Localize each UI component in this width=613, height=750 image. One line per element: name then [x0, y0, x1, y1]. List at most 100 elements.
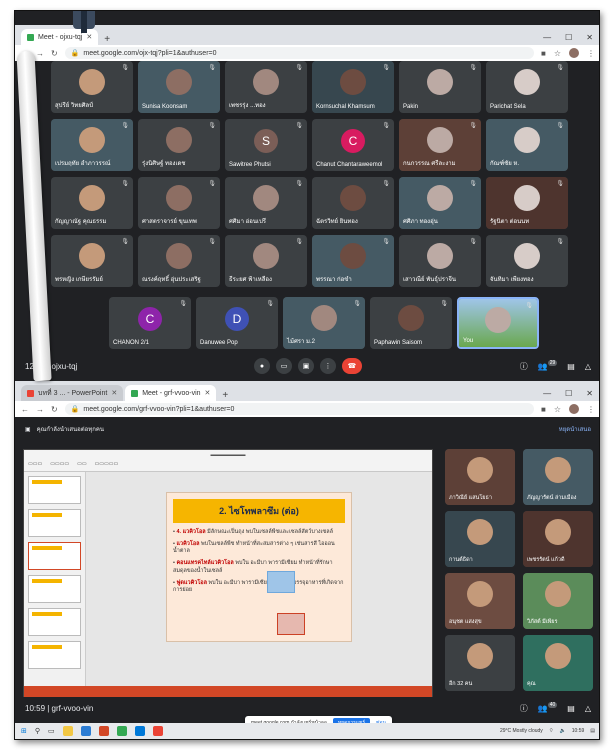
- camera-icon[interactable]: ■: [541, 405, 546, 414]
- info-icon[interactable]: ⓘ: [520, 703, 528, 714]
- profile-avatar[interactable]: [569, 404, 579, 414]
- participant-tile[interactable]: กานต์ธิดา: [445, 511, 515, 567]
- present-icon[interactable]: ▣: [298, 358, 314, 374]
- menu-icon[interactable]: ⋮: [587, 49, 595, 58]
- reload-icon[interactable]: ↻: [51, 405, 58, 414]
- edge-icon[interactable]: [134, 726, 145, 736]
- ribbon-block[interactable]: ▭▭▭: [28, 461, 42, 467]
- participant-tile[interactable]: 🎙 Kornsuchal Khamsum: [312, 61, 394, 113]
- participant-tile[interactable]: 🎙 รัฐนิตา ต่อนนท: [486, 177, 568, 229]
- info-icon[interactable]: ⓘ: [520, 361, 528, 372]
- slide-thumbnail[interactable]: [28, 476, 81, 504]
- participant-tile[interactable]: 🎙 กัญญาณัฐ คุณธรรม: [51, 177, 133, 229]
- mic-icon[interactable]: ●: [254, 358, 270, 374]
- participant-tile[interactable]: 🎙 You: [457, 297, 539, 349]
- forward-icon[interactable]: →: [36, 49, 44, 58]
- forward-icon[interactable]: →: [36, 405, 44, 414]
- participant-tile[interactable]: S 🎙 Sawitree Phutsi: [225, 119, 307, 171]
- tab-powerpoint[interactable]: บทที่ 3 ... - PowerPoint ✕: [21, 385, 124, 401]
- powerpoint-icon[interactable]: [98, 726, 109, 736]
- participant-tile[interactable]: D 🎙 Danuwee Pop: [196, 297, 278, 349]
- people-icon[interactable]: 👥 29: [538, 359, 558, 371]
- end-call-button[interactable]: ☎: [342, 358, 362, 374]
- participant-tile[interactable]: 🎙 Pakin: [399, 61, 481, 113]
- slide-thumbnail-selected[interactable]: [28, 542, 81, 570]
- participant-tile[interactable]: 🎙 สุปรีย์ วิทยศิลป์: [51, 61, 133, 113]
- tab-meet-bottom[interactable]: Meet - grf-vvoo-vin ✕: [125, 385, 217, 401]
- participant-tile[interactable]: 🎙 รุ่งนิศิษฐ์ ทองเดช: [138, 119, 220, 171]
- volume-icon[interactable]: 🔈: [560, 728, 566, 734]
- participant-tile[interactable]: C 🎙 CHANON 2/1: [109, 297, 191, 349]
- participant-tile[interactable]: วิภัสต์ มีเพียร: [523, 573, 593, 629]
- participant-tile[interactable]: 🎙 ฉัตรวิทย์ ยินทอง: [312, 177, 394, 229]
- slide-thumbnail[interactable]: [28, 509, 81, 537]
- close-window-icon[interactable]: ✕: [586, 389, 593, 398]
- participant-tile[interactable]: 🎙 Sunisa Koonsam: [138, 61, 220, 113]
- new-tab-button[interactable]: +: [218, 390, 232, 401]
- participant-tile[interactable]: 🎙 จันทิมา เพียงทอง: [486, 235, 568, 287]
- participant-tile[interactable]: 🎙 ศศิภา ทองอุ่น: [399, 177, 481, 229]
- back-icon[interactable]: ←: [21, 405, 29, 414]
- chat-icon[interactable]: ▤: [567, 362, 575, 371]
- camera-toggle-icon[interactable]: ▭: [276, 358, 292, 374]
- participant-tile[interactable]: อนุชต แสงสุข: [445, 573, 515, 629]
- slide-thumbnail[interactable]: [28, 608, 81, 636]
- reload-icon[interactable]: ↻: [51, 49, 58, 58]
- participant-tile[interactable]: 🎙 เสาวณีย์ พันธุ์ปราจีน: [399, 235, 481, 287]
- maximize-icon[interactable]: ☐: [565, 389, 572, 398]
- chat-icon[interactable]: ▤: [567, 704, 575, 713]
- participant-tile[interactable]: ภัญญารัตน์ ล่ามเมือง: [523, 449, 593, 505]
- slide-thumbnail[interactable]: [28, 641, 81, 669]
- star-icon[interactable]: ☆: [554, 49, 561, 58]
- participant-tile[interactable]: คุณ: [523, 635, 593, 691]
- participant-tile[interactable]: 🎙 ศาสตราจารย์ ขุนเทพ: [138, 177, 220, 229]
- menu-icon[interactable]: ⋮: [587, 405, 595, 414]
- minimize-icon[interactable]: —: [543, 33, 551, 42]
- minimize-icon[interactable]: —: [543, 389, 551, 398]
- star-icon[interactable]: ☆: [554, 405, 561, 414]
- people-icon[interactable]: 👥 40: [538, 701, 558, 713]
- participant-tile[interactable]: อีก 32 คน: [445, 635, 515, 691]
- participant-tile[interactable]: ภาวิณีย์ แสนโยธา: [445, 449, 515, 505]
- search-icon[interactable]: ⚲: [35, 727, 40, 735]
- file-explorer-icon[interactable]: [62, 726, 73, 736]
- participant-tile[interactable]: เพชรรัตน์ แก้วดี: [523, 511, 593, 567]
- app-icon[interactable]: [152, 726, 163, 736]
- participant-tile[interactable]: 🎙 พรรณา ก่อขำ: [312, 235, 394, 287]
- ribbon-block[interactable]: ▭▭▭▭: [50, 461, 69, 467]
- close-tab-icon[interactable]: ✕: [205, 389, 211, 397]
- participant-tile[interactable]: 🎙 เพชรรุ่ง ...ทอง: [225, 61, 307, 113]
- new-tab-button[interactable]: +: [100, 34, 114, 45]
- maximize-icon[interactable]: ☐: [565, 33, 572, 42]
- participant-tile[interactable]: 🎙 Parichat Sela: [486, 61, 568, 113]
- slide-thumbnail[interactable]: [28, 575, 81, 603]
- participant-tile[interactable]: C 🎙 Chanut Chantaraweemol: [312, 119, 394, 171]
- ribbon-block[interactable]: ▭▭▭▭▭: [95, 461, 119, 467]
- camera-icon[interactable]: ■: [541, 49, 546, 58]
- participant-tile[interactable]: 🎙 ศศิมา อ่อนเปรี: [225, 177, 307, 229]
- task-view-icon[interactable]: ▭: [48, 727, 55, 735]
- network-icon[interactable]: ⌔: [549, 728, 554, 734]
- activities-icon[interactable]: △: [585, 704, 591, 713]
- stop-presenting-button[interactable]: หยุดนำเสนอ: [559, 424, 591, 434]
- ribbon-block[interactable]: ▭▭: [77, 461, 86, 467]
- participant-tile[interactable]: 🎙 กนกวรรณ ศรีละงาม: [399, 119, 481, 171]
- close-window-icon[interactable]: ✕: [586, 33, 593, 42]
- activities-icon[interactable]: △: [585, 362, 591, 371]
- profile-avatar[interactable]: [569, 48, 579, 58]
- participant-tile[interactable]: 🎙 เปรมฤทัย อำภาวรรณ์: [51, 119, 133, 171]
- close-tab-icon[interactable]: ✕: [111, 389, 117, 397]
- participant-tile[interactable]: 🎙 ไม้ศรา ม.2: [283, 297, 365, 349]
- url-field[interactable]: 🔒 meet.google.com/grf-vvoo-vin?pli=1&aut…: [64, 403, 534, 415]
- participant-tile[interactable]: 🎙 ณรงค์ฤทธิ์ อุ่นประเสริฐ: [138, 235, 220, 287]
- windows-start-icon[interactable]: ⊞: [21, 727, 27, 735]
- participant-tile[interactable]: 🎙 Paphawin Saisom: [370, 297, 452, 349]
- chrome-icon[interactable]: [116, 726, 127, 736]
- more-options-icon[interactable]: ⋮: [320, 358, 336, 374]
- close-tab-icon[interactable]: ✕: [86, 33, 92, 41]
- participant-tile[interactable]: 🎙 พรหญิง เกษียรรัมย์: [51, 235, 133, 287]
- participant-tile[interactable]: 🎙 กัณฑ์ชัย ห.: [486, 119, 568, 171]
- mail-icon[interactable]: [80, 726, 91, 736]
- participant-tile[interactable]: 🎙 ธีระยศ ฟ้าเหลือง: [225, 235, 307, 287]
- notification-icon[interactable]: ▤: [590, 728, 595, 734]
